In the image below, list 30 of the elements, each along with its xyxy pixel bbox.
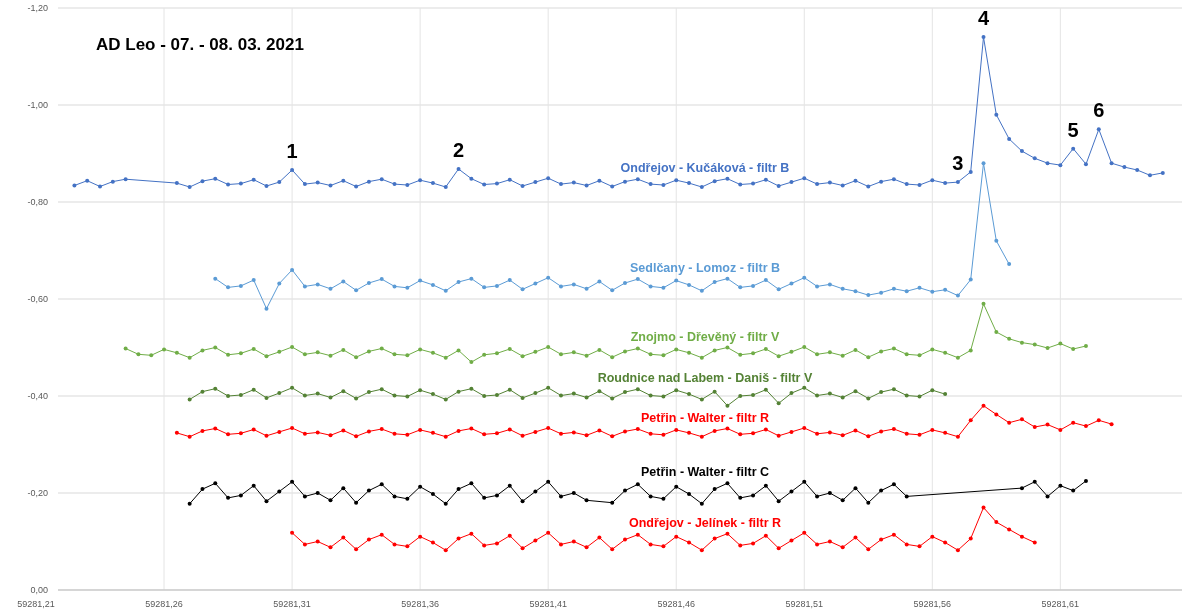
tick-label: 59281,31: [273, 599, 311, 609]
tick-label: -0,20: [27, 488, 48, 498]
tick-label: -0,80: [27, 197, 48, 207]
peak-number: 6: [1093, 99, 1105, 122]
peak-number: 2: [453, 139, 465, 161]
tick-label: 59281,36: [401, 599, 439, 609]
tick-label: 59281,46: [657, 599, 695, 609]
tick-label: -0,40: [27, 391, 48, 401]
tick-label: 59281,56: [913, 599, 952, 609]
peak-number: 5: [1067, 118, 1079, 141]
peak-number: 3: [952, 152, 964, 175]
tick-label: 0,00: [30, 585, 48, 595]
series-label: Petřin - Walter - filtr R: [641, 411, 769, 425]
chart-title: AD Leo - 07. - 08. 03. 2021: [96, 35, 304, 54]
series-label: Sedlčany - Lomoz - filtr B: [630, 260, 780, 275]
peak-number: 4: [977, 7, 990, 30]
tick-label: 59281,51: [785, 599, 824, 609]
series-label: Ondřejov - Kučáková - filtr B: [620, 161, 790, 176]
tick-label: -1,00: [27, 100, 48, 110]
peak-number: 1: [286, 140, 298, 162]
tick-label: -0,60: [27, 294, 48, 304]
tick-label: 59281,26: [145, 599, 183, 609]
series-label: Ondřejov - Jelínek - filtr R: [628, 515, 782, 530]
tick-label: 59281,41: [529, 599, 567, 609]
series-label: Znojmo - Dřevěný - filtr V: [630, 330, 780, 344]
tick-label: 59281,61: [1041, 599, 1080, 609]
series-label: Petřin - Walter - filtr C: [641, 464, 769, 479]
tick-label: 59281,21: [17, 599, 55, 609]
series-label: Roudnice nad Labem - Daniš - filtr V: [597, 370, 813, 385]
tick-label: -1,20: [27, 3, 48, 13]
